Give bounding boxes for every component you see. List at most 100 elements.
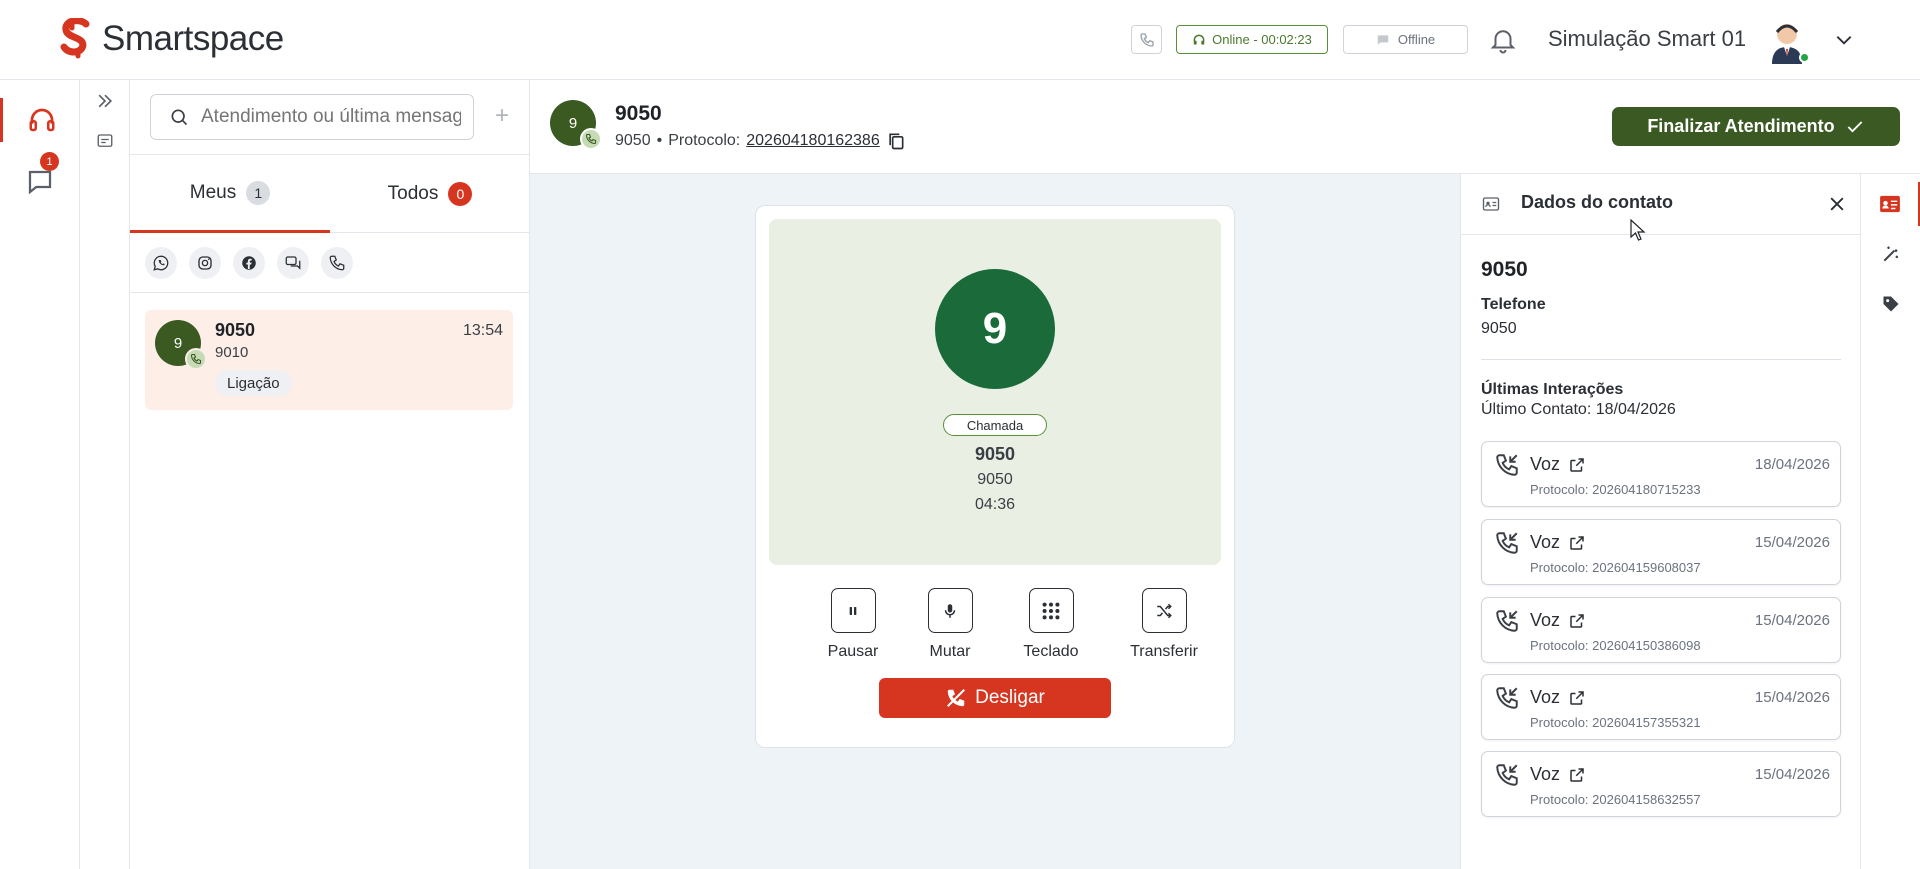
contact-panel-header: Dados do contato <box>1461 174 1861 235</box>
expand-panel-button[interactable] <box>92 88 118 114</box>
call-channel-badge <box>185 348 207 370</box>
external-link-icon[interactable] <box>1568 766 1586 784</box>
mute-control[interactable]: Mutar <box>905 588 995 661</box>
keypad-control[interactable]: Teclado <box>1006 588 1096 661</box>
filter-whatsapp[interactable] <box>145 246 177 279</box>
interaction-title: Voz <box>1530 764 1586 785</box>
search-box[interactable] <box>150 94 474 140</box>
interaction-card[interactable]: Voz 15/04/2026 Protocolo: 20260415735532… <box>1481 674 1841 740</box>
conversations-panel: + Meus 1 Todos 0 9 <box>130 80 530 869</box>
user-menu-toggle[interactable] <box>1834 30 1854 50</box>
contact-data-tab[interactable] <box>1861 182 1920 226</box>
conversation-subtitle: 9010 <box>215 344 249 361</box>
conversation-item[interactable]: 9 9050 13:54 9010 Ligação <box>145 310 513 410</box>
brand-name: Smartspace <box>102 19 284 58</box>
pause-button[interactable] <box>830 588 876 633</box>
interaction-protocol: Protocolo: 202604157355321 <box>1530 715 1701 730</box>
facebook-icon <box>242 255 256 270</box>
magic-tools-tab[interactable] <box>1861 232 1920 276</box>
transfer-button[interactable] <box>1141 588 1187 633</box>
filter-instagram[interactable] <box>189 246 221 279</box>
notifications-button[interactable] <box>1488 24 1518 56</box>
contact-name: 9050 <box>615 102 662 125</box>
conversation-name: 9050 <box>215 320 256 340</box>
protocol-label: Protocolo: <box>668 132 741 149</box>
call-contact-number: 9050 <box>977 471 1013 488</box>
microphone-icon <box>944 603 956 618</box>
transfer-label: Transferir <box>1130 643 1198 660</box>
transfer-control[interactable]: Transferir <box>1119 588 1209 661</box>
phone-icon <box>1139 32 1154 47</box>
interaction-protocol: Protocolo: 202604180715233 <box>1530 482 1701 497</box>
tab-count: 0 <box>448 182 473 206</box>
user-avatar[interactable] <box>1762 14 1812 64</box>
interaction-title: Voz <box>1530 532 1586 553</box>
status-offline-toggle[interactable]: Offline <box>1343 25 1468 54</box>
chat-icon <box>285 255 301 270</box>
filter-facebook[interactable] <box>233 246 265 279</box>
external-link-icon[interactable] <box>1568 689 1586 707</box>
filter-chat[interactable] <box>277 246 309 279</box>
status-online-toggle[interactable]: Online - 00:02:23 <box>1176 25 1328 54</box>
interaction-card[interactable]: Voz 15/04/2026 Protocolo: 20260415960803… <box>1481 519 1841 585</box>
online-status-dot <box>1799 52 1810 63</box>
chat-header: 9 9050 9050 • Protocolo: 202604180162386… <box>530 80 1920 174</box>
tab-todos[interactable]: Todos 0 <box>330 155 530 233</box>
interaction-date: 18/04/2026 <box>1754 456 1830 473</box>
user-name[interactable]: Simulação Smart 01 <box>1548 26 1746 52</box>
brand-logo[interactable]: Smartspace <box>58 18 284 60</box>
call-info: 9 Chamada 9050 9050 04:36 <box>769 219 1221 565</box>
top-bar: Smartspace Online - 00:02:23 Offline Sim… <box>0 0 1920 80</box>
instagram-icon <box>198 255 212 270</box>
interaction-card[interactable]: Voz 15/04/2026 Protocolo: 20260415038609… <box>1481 597 1841 663</box>
notes-button[interactable] <box>92 128 118 154</box>
copy-icon[interactable] <box>886 130 906 152</box>
search-input[interactable] <box>201 106 461 128</box>
nav-attendance[interactable] <box>0 98 80 142</box>
chat-icon <box>28 170 52 195</box>
interaction-card[interactable]: Voz 18/04/2026 Protocolo: 20260418071523… <box>1481 441 1841 507</box>
interactions-title: Últimas Interações <box>1481 381 1624 398</box>
chevron-down-icon <box>1836 36 1852 45</box>
interaction-type: Voz <box>1530 687 1561 707</box>
keypad-label: Teclado <box>1023 643 1079 660</box>
external-link-icon[interactable] <box>1568 612 1586 630</box>
id-card-icon <box>1879 195 1900 213</box>
whatsapp-icon <box>153 255 169 271</box>
divider <box>1481 359 1841 360</box>
add-conversation-button[interactable]: + <box>488 102 516 130</box>
pause-control[interactable]: Pausar <box>808 588 898 661</box>
external-link-icon[interactable] <box>1568 534 1586 552</box>
contact-meta: 9050 • Protocolo: 202604180162386 <box>615 130 906 152</box>
nav-internal-chat[interactable]: 1 <box>0 152 80 204</box>
contact-number: 9050 <box>615 132 651 149</box>
filter-phone[interactable] <box>321 246 353 279</box>
call-contact-name: 9050 <box>974 444 1016 464</box>
keypad-button[interactable] <box>1028 588 1074 633</box>
details-rail <box>1860 174 1920 869</box>
softphone-button[interactable] <box>1131 25 1162 54</box>
mouse-cursor-icon <box>1630 219 1646 241</box>
meta-separator: • <box>656 132 663 149</box>
finish-attendance-button[interactable]: Finalizar Atendimento <box>1612 107 1900 146</box>
tags-tab[interactable] <box>1861 282 1920 326</box>
double-chevron-right-icon <box>98 94 113 108</box>
avatar: 9 <box>550 100 602 150</box>
interaction-type: Voz <box>1530 454 1561 474</box>
interaction-title: Voz <box>1530 687 1586 708</box>
external-link-icon[interactable] <box>1568 456 1586 474</box>
chat-badge: 1 <box>40 152 59 171</box>
hangup-button[interactable]: Desligar <box>879 678 1111 718</box>
protocol-number[interactable]: 202604180162386 <box>746 132 879 150</box>
finish-attendance-label: Finalizar Atendimento <box>1647 116 1835 136</box>
close-icon[interactable] <box>1827 194 1847 214</box>
mute-button[interactable] <box>927 588 973 633</box>
interaction-date: 15/04/2026 <box>1754 689 1830 706</box>
tab-meus[interactable]: Meus 1 <box>130 155 330 233</box>
shuffle-icon <box>1157 603 1172 618</box>
interaction-card[interactable]: Voz 15/04/2026 Protocolo: 20260415863255… <box>1481 751 1841 817</box>
tab-label: Meus <box>189 181 237 203</box>
pause-icon <box>849 606 857 615</box>
chat-bubble-icon <box>1377 34 1389 45</box>
interaction-title: Voz <box>1530 610 1586 631</box>
